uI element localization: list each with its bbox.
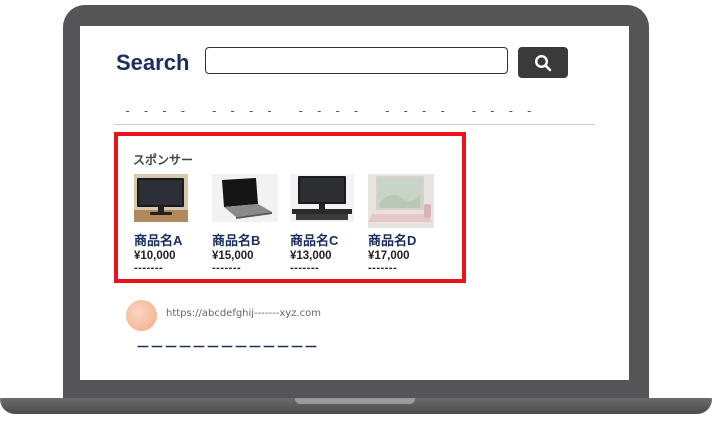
browser-screen: Search - - - - - - - - - - - - - - - - -…: [80, 26, 629, 380]
product-image-monitor-stand[interactable]: [290, 174, 354, 222]
product-name[interactable]: 商品名C: [290, 230, 360, 249]
search-label: Search: [116, 50, 190, 75]
site-favicon: [126, 300, 157, 331]
product-price: ¥10,000: [134, 250, 176, 262]
nav-tab[interactable]: - - - -: [470, 104, 535, 118]
sponsor-heading: スポンサー: [133, 153, 194, 167]
nav-tab[interactable]: - - - -: [384, 104, 449, 118]
product-card[interactable]: 商品名D ¥17,000 -------: [368, 174, 438, 274]
product-card[interactable]: 商品名A ¥10,000 -------: [134, 174, 204, 274]
search-input[interactable]: [205, 47, 508, 74]
sponsored-section: スポンサー 商品名A ¥10,000 ------- 商品名B ¥15,000 …: [114, 132, 466, 283]
nav-tabs: - - - - - - - - - - - - - - - - - - - -: [124, 104, 535, 118]
laptop-notch: [295, 398, 415, 404]
result-url[interactable]: https://abcdefghij-------xyz.com: [166, 308, 321, 319]
product-desc: -------: [134, 262, 164, 274]
result-title[interactable]: －－－－－－－－－－－－－: [136, 337, 318, 357]
divider: [114, 124, 595, 125]
product-price: ¥17,000: [368, 250, 410, 262]
product-desc: -------: [212, 262, 242, 274]
nav-tab[interactable]: - - - -: [297, 104, 362, 118]
product-price: ¥15,000: [212, 250, 254, 262]
product-image-monitor[interactable]: [134, 174, 188, 222]
search-icon: [534, 54, 552, 71]
product-card[interactable]: 商品名C ¥13,000 -------: [290, 174, 360, 274]
product-name[interactable]: 商品名D: [368, 230, 438, 249]
product-desc: -------: [368, 262, 398, 274]
product-image-laptop-pink[interactable]: [368, 174, 434, 228]
search-button[interactable]: [518, 47, 568, 78]
product-card[interactable]: 商品名B ¥15,000 -------: [212, 174, 282, 274]
product-name[interactable]: 商品名B: [212, 230, 282, 249]
product-price: ¥13,000: [290, 250, 332, 262]
nav-tab[interactable]: - - - -: [124, 104, 189, 118]
nav-tab[interactable]: - - - -: [211, 104, 276, 118]
product-desc: -------: [290, 262, 320, 274]
product-image-laptop[interactable]: [212, 174, 278, 222]
product-name[interactable]: 商品名A: [134, 230, 204, 249]
